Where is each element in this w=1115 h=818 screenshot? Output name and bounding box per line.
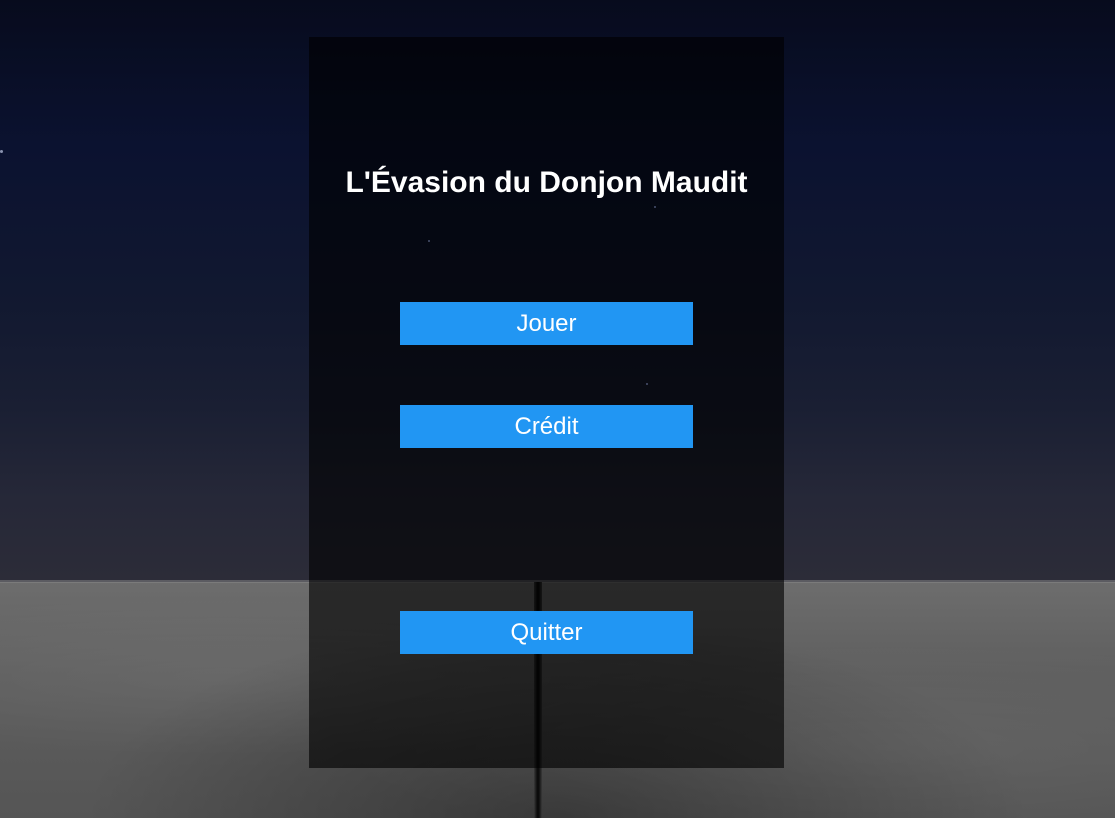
star xyxy=(428,240,430,242)
star xyxy=(646,383,648,385)
quit-button[interactable]: Quitter xyxy=(400,611,693,654)
credit-button[interactable]: Crédit xyxy=(400,405,693,448)
game-title: L'Évasion du Donjon Maudit xyxy=(345,166,748,199)
play-button[interactable]: Jouer xyxy=(400,302,693,345)
star xyxy=(654,206,656,208)
main-menu-panel xyxy=(309,37,784,768)
distant-light xyxy=(0,150,3,153)
